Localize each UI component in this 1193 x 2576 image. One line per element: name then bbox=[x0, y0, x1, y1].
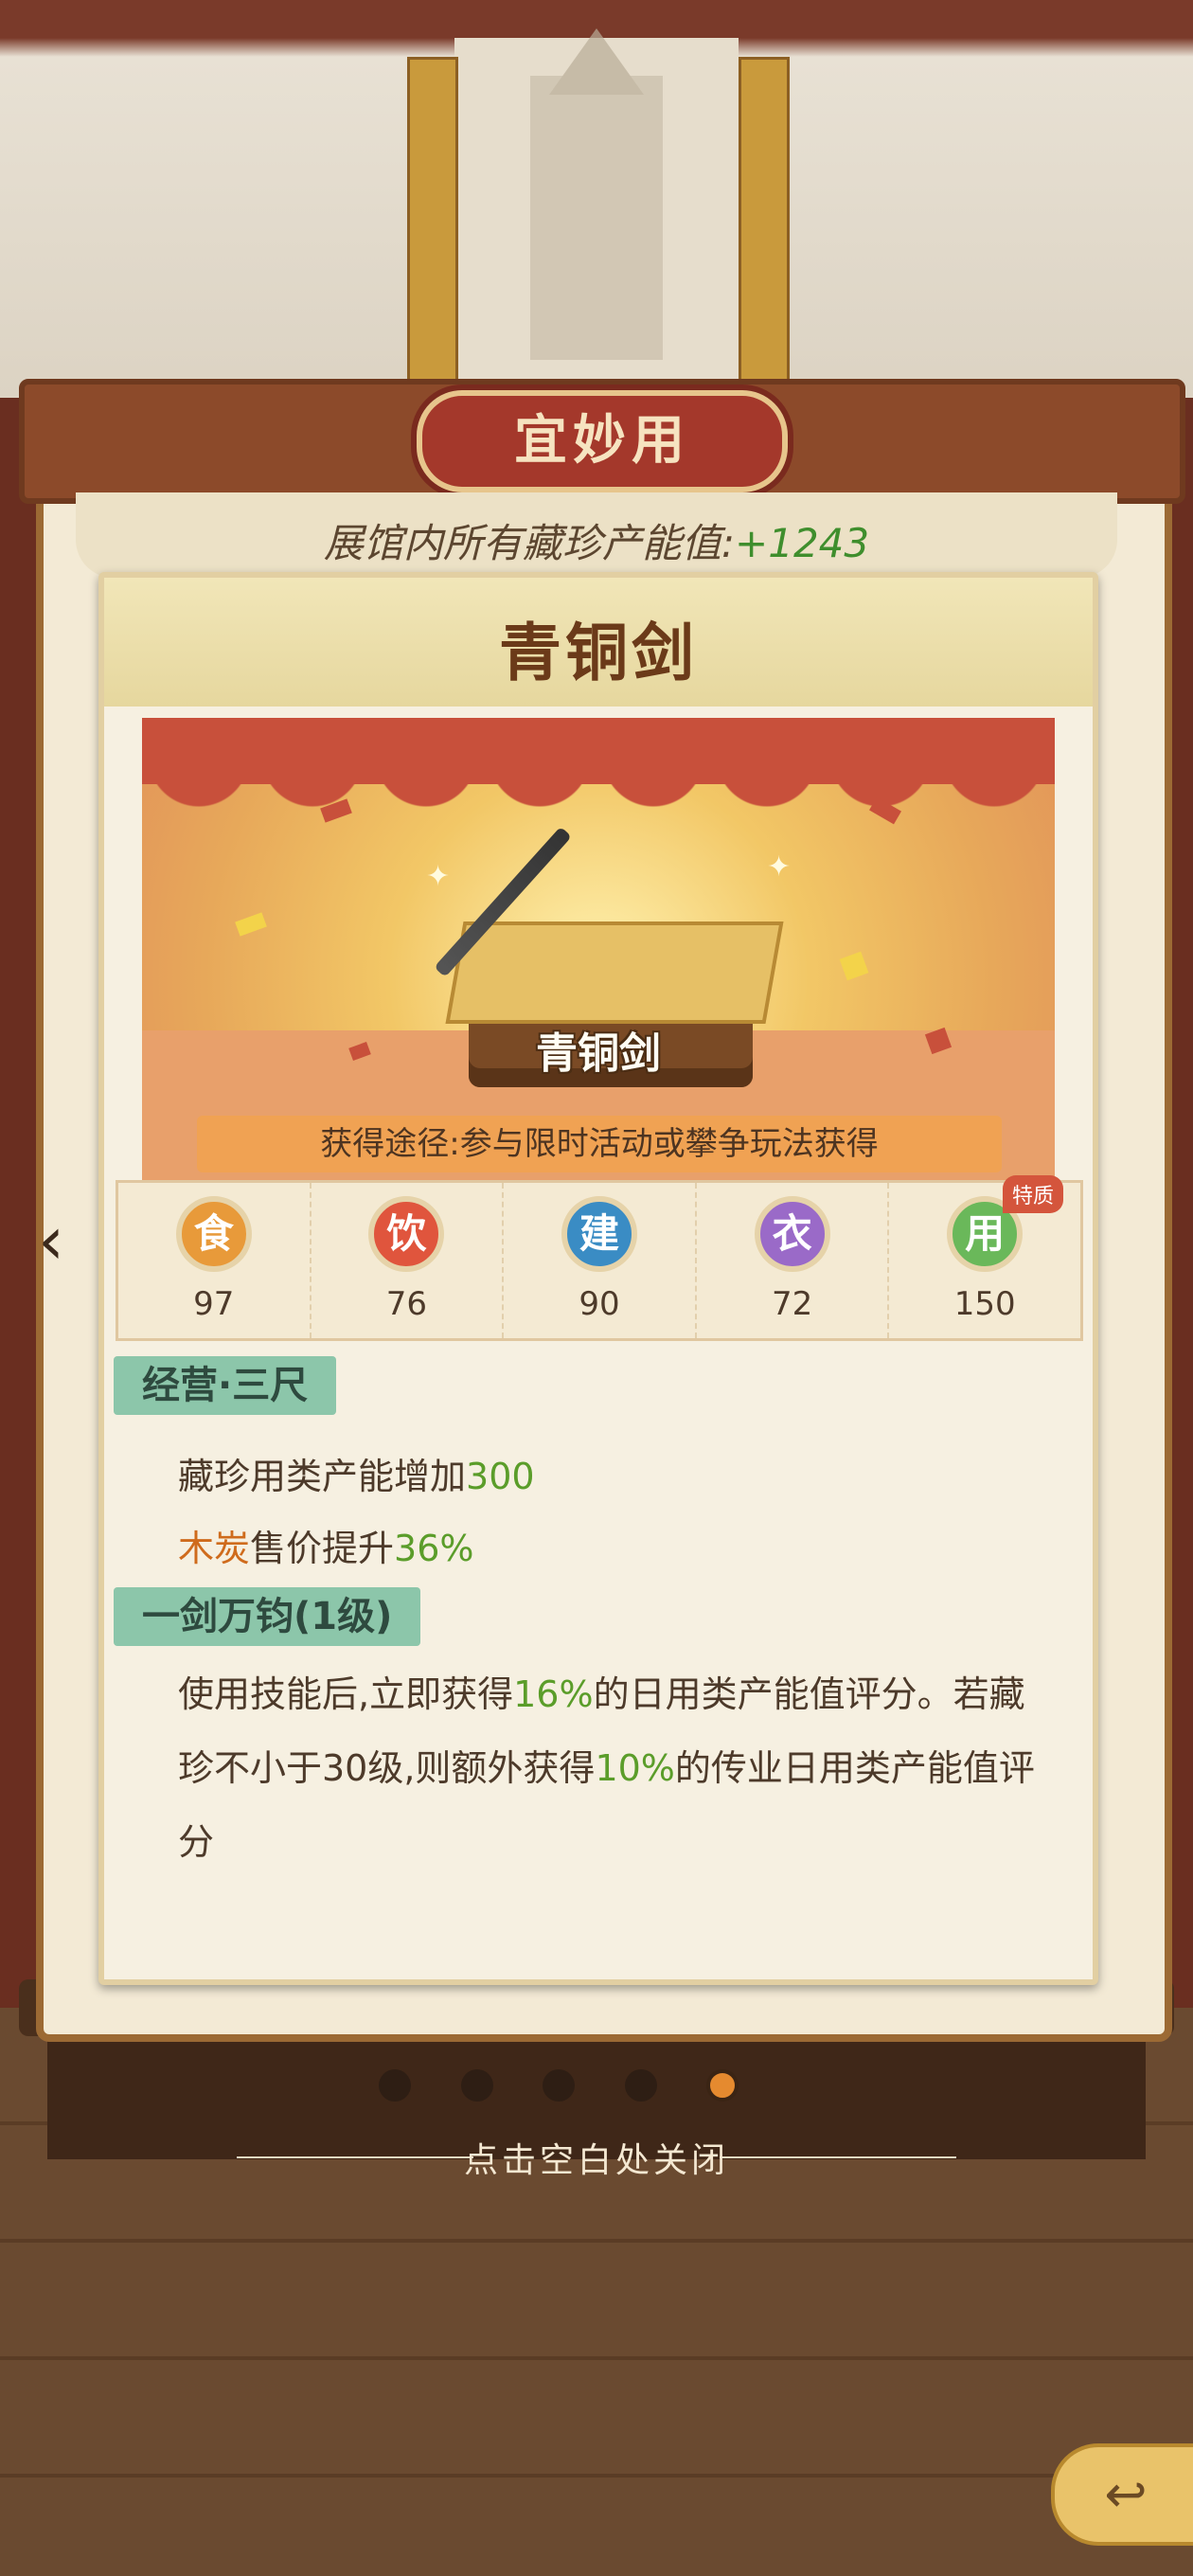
category-title: 宜妙用 bbox=[514, 410, 690, 472]
stat-drink: 饮 76 bbox=[312, 1183, 505, 1338]
obtain-method-text: 获得途径:参与限时活动或攀争玩法获得 bbox=[320, 1125, 879, 1163]
skill-effect-value: 300 bbox=[466, 1456, 535, 1497]
skill-effect-text: 藏珍用类产能增加 bbox=[178, 1456, 467, 1497]
skill-effect-text: 售价提升 bbox=[250, 1528, 395, 1569]
background-gate bbox=[0, 0, 1193, 403]
prev-arrow-icon[interactable]: ‹ bbox=[38, 1203, 95, 1279]
clothing-medal-icon: 衣 bbox=[754, 1196, 830, 1272]
page-dot[interactable] bbox=[379, 2069, 411, 2102]
item-image-label: 青铜剑 bbox=[536, 1029, 661, 1078]
stat-food-value: 97 bbox=[193, 1285, 235, 1323]
skill-desc-value: 16% bbox=[513, 1673, 594, 1715]
item-showcase-image: ✦ ✦ 青铜剑 获得途径:参与限时活动或攀争玩法获得 bbox=[142, 718, 1055, 1191]
skill-header-operation: 经营·三尺 bbox=[114, 1356, 337, 1415]
stat-use: 用 特质 150 bbox=[889, 1175, 1080, 1338]
stat-clothing-value: 72 bbox=[771, 1285, 813, 1323]
skill-effect-value: 36% bbox=[394, 1528, 474, 1569]
close-hint[interactable]: 点击空白处关闭 bbox=[0, 2133, 1193, 2182]
stat-build: 建 90 bbox=[504, 1183, 697, 1338]
page-indicator bbox=[379, 2069, 739, 2107]
pillar-left bbox=[407, 57, 458, 403]
stat-clothing: 衣 72 bbox=[697, 1183, 890, 1338]
stat-drink-value: 76 bbox=[385, 1285, 428, 1323]
total-output-strip: 展馆内所有藏珍产能值:+1243 bbox=[76, 492, 1117, 578]
page-dot-active[interactable] bbox=[706, 2069, 739, 2102]
pillar-right bbox=[739, 57, 790, 403]
confetti bbox=[235, 912, 267, 937]
display-cloth bbox=[445, 921, 784, 1024]
skill-header-active: 一剑万钧(1级) bbox=[114, 1587, 421, 1646]
curtain-scallops bbox=[142, 756, 1055, 813]
stat-use-value: 150 bbox=[953, 1285, 1016, 1323]
sparkle-icon: ✦ bbox=[767, 850, 792, 884]
skill-description: 使用技能后,立即获得16%的日用类产能值评分。若藏珍不小于30级,则额外获得10… bbox=[178, 1657, 1049, 1879]
card-header: 青铜剑 bbox=[104, 578, 1093, 707]
build-medal-icon: 建 bbox=[561, 1196, 637, 1272]
drink-medal-icon: 饮 bbox=[368, 1196, 445, 1272]
category-title-plaque: 宜妙用 bbox=[417, 390, 788, 492]
skill-desc-text: 使用技能后,立即获得 bbox=[178, 1673, 514, 1715]
item-card: 青铜剑 ✦ ✦ 青铜剑 获得途径:参与限时活动或攀争玩法获得 食 97 饮 76… bbox=[98, 572, 1098, 1985]
stat-food: 食 97 bbox=[118, 1183, 312, 1338]
stat-build-value: 90 bbox=[579, 1285, 620, 1323]
page-dot[interactable] bbox=[543, 2069, 575, 2102]
skill-effect-item: 木炭 bbox=[178, 1528, 251, 1569]
page-dot[interactable] bbox=[624, 2069, 657, 2102]
skill-effect-line-1: 藏珍用类产能增加300 bbox=[178, 1447, 535, 1499]
total-output-value: +1243 bbox=[735, 520, 870, 566]
item-title: 青铜剑 bbox=[499, 617, 698, 689]
attribute-stats-row: 食 97 饮 76 建 90 衣 72 用 特质 150 bbox=[116, 1175, 1083, 1341]
back-icon[interactable]: ↩ bbox=[1051, 2443, 1193, 2546]
confetti bbox=[839, 951, 869, 981]
skill-effect-line-2: 木炭售价提升36% bbox=[178, 1519, 474, 1571]
page-dot[interactable] bbox=[460, 2069, 493, 2102]
special-trait-badge: 特质 bbox=[1002, 1175, 1063, 1213]
skill-desc-value: 10% bbox=[595, 1747, 675, 1789]
obtain-method-banner: 获得途径:参与限时活动或攀争玩法获得 bbox=[197, 1116, 1002, 1172]
total-output-label: 展馆内所有藏珍产能值: bbox=[323, 520, 736, 566]
tower-silhouette bbox=[530, 28, 663, 360]
sparkle-icon: ✦ bbox=[426, 860, 451, 893]
food-medal-icon: 食 bbox=[175, 1196, 252, 1272]
